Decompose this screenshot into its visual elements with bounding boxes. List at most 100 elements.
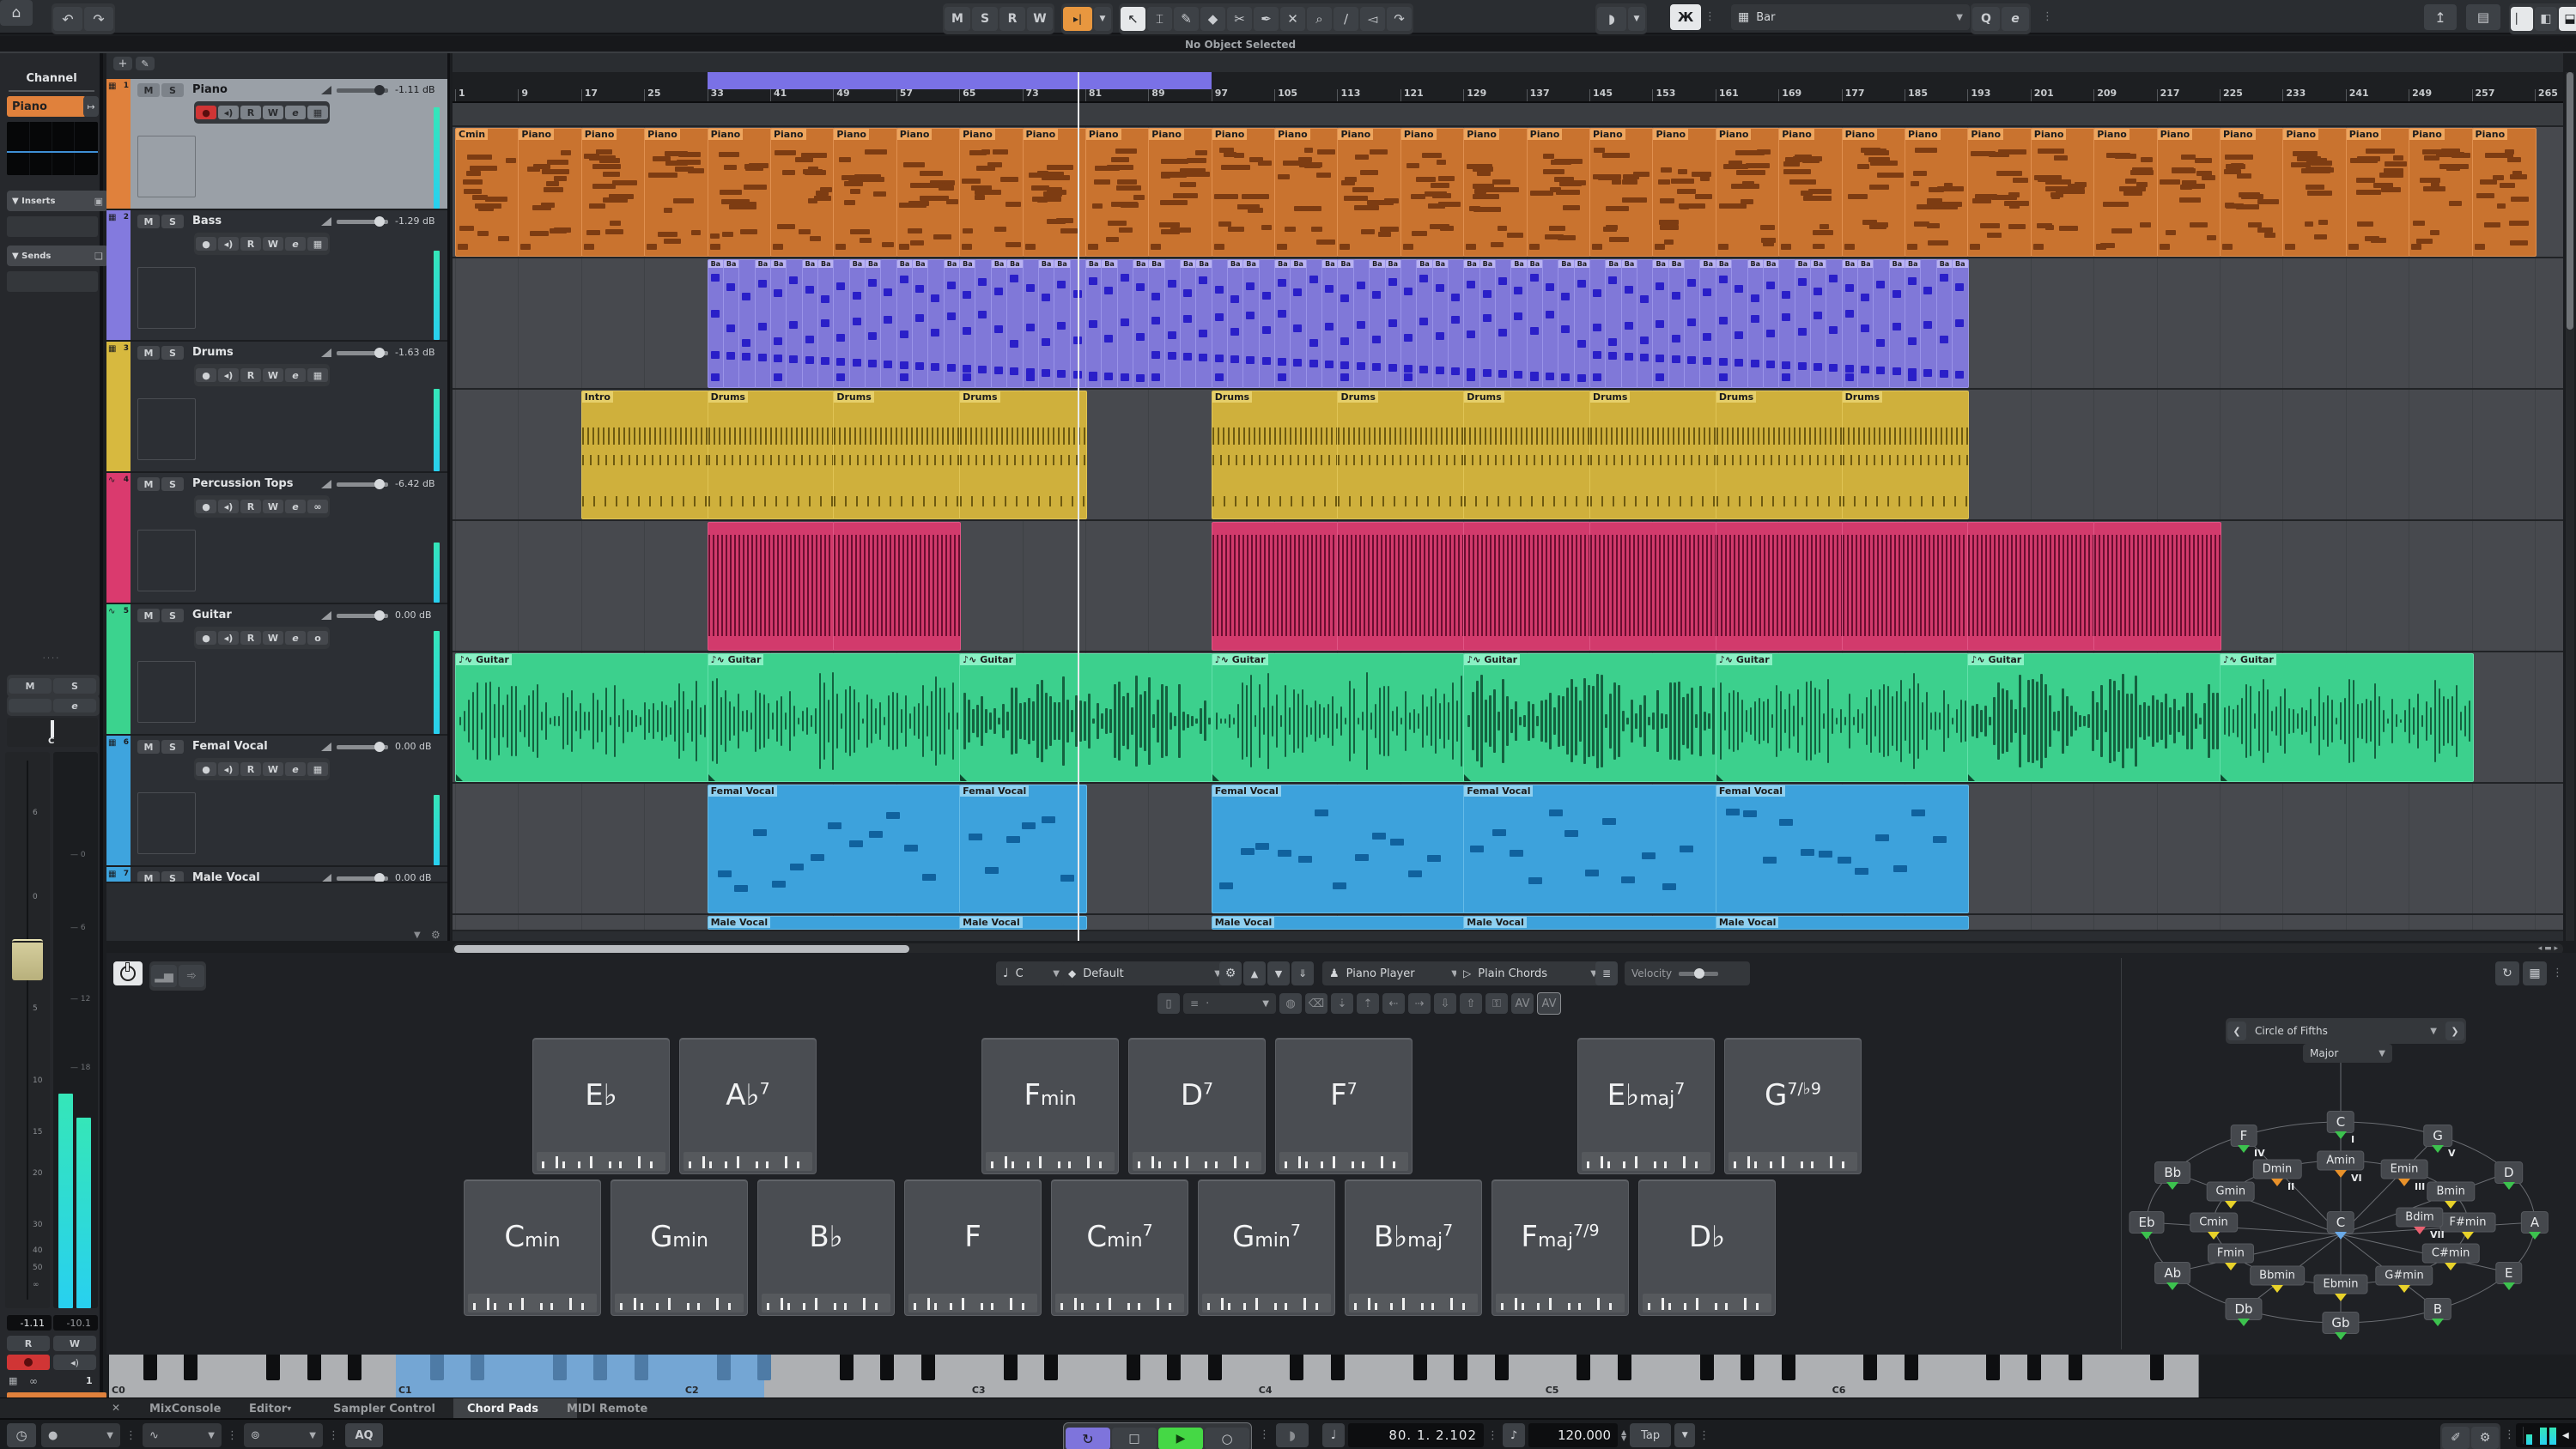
black-key[interactable] xyxy=(1905,1355,1918,1380)
clip[interactable]: Piano xyxy=(2157,128,2221,257)
output-routing-icon[interactable]: ↦ xyxy=(83,96,99,117)
track-edit-button[interactable]: e xyxy=(285,106,306,119)
clip[interactable] xyxy=(1337,522,1465,651)
clip[interactable]: Intro xyxy=(581,391,709,519)
clip[interactable]: Ba xyxy=(802,259,819,388)
track-header-percussion-tops[interactable]: ∿4MSPercussion Tops-6.42 dB●◂)RWe∞ xyxy=(106,473,447,604)
clip[interactable]: Ba xyxy=(1605,259,1622,388)
clip[interactable]: Piano xyxy=(2409,128,2473,257)
cof-node-bbmin[interactable]: Bbmin xyxy=(2250,1266,2305,1286)
track-solo-button[interactable]: S xyxy=(161,871,184,883)
cof-node-c[interactable]: C xyxy=(2327,1211,2354,1234)
punch-in-button[interactable]: ▸| xyxy=(1063,7,1092,31)
volume-knob[interactable] xyxy=(374,479,385,489)
channel-edit-button[interactable]: e xyxy=(53,699,96,712)
redo-icon[interactable]: ↷ xyxy=(84,7,113,31)
cof-node-gmin[interactable]: Gmin xyxy=(2207,1182,2256,1202)
clip[interactable]: Piano xyxy=(1400,128,1465,257)
clip[interactable] xyxy=(880,259,897,388)
cycle-region[interactable] xyxy=(708,72,1212,89)
clip[interactable]: Femal Vocal xyxy=(1463,785,1717,913)
clip[interactable]: Ba xyxy=(1290,259,1307,388)
cof-node-bb[interactable]: Bb xyxy=(2154,1161,2190,1184)
event-display[interactable]: 1917253341495765738189971051131211291371… xyxy=(453,53,2563,941)
clip[interactable]: Ba xyxy=(1952,259,1969,388)
cof-node-d[interactable]: D xyxy=(2494,1161,2524,1184)
track-solo-button[interactable]: S xyxy=(161,83,184,97)
clip[interactable]: Male Vocal xyxy=(1463,916,1717,930)
clip[interactable]: Piano xyxy=(1967,128,2032,257)
preroll-button[interactable]: ◗ xyxy=(1276,1423,1309,1447)
track-ports-button[interactable]: ▦ xyxy=(307,237,328,251)
black-key[interactable] xyxy=(635,1355,648,1380)
clip[interactable] xyxy=(1589,522,1717,651)
track-write-button[interactable]: W xyxy=(263,237,283,251)
black-key[interactable] xyxy=(717,1355,731,1380)
clip[interactable]: Ba xyxy=(1054,259,1071,388)
clip[interactable]: Piano xyxy=(1778,128,1843,257)
clip[interactable]: Drums xyxy=(1589,391,1717,519)
cof-title-dropdown[interactable]: Circle of Fifths▼ xyxy=(2248,1022,2444,1040)
black-key[interactable] xyxy=(1577,1355,1590,1380)
black-key[interactable] xyxy=(184,1355,197,1380)
cof-node-f[interactable]: F xyxy=(2231,1125,2257,1147)
punch-dropdown[interactable]: ▼ xyxy=(1094,7,1111,31)
vertical-scrollbar[interactable] xyxy=(2566,72,2574,941)
clip[interactable] xyxy=(1495,259,1512,388)
lane-drums[interactable]: IntroDrumsDrumsDrumsDrumsDrumsDrumsDrums… xyxy=(453,390,2563,521)
clip[interactable] xyxy=(1542,259,1559,388)
clip[interactable]: Piano xyxy=(770,128,835,257)
clip[interactable]: Drums xyxy=(1463,391,1591,519)
clip[interactable]: Ba xyxy=(1527,259,1544,388)
autoscroll-button[interactable]: ◗ xyxy=(1597,7,1626,31)
clip[interactable] xyxy=(833,522,961,651)
clip[interactable]: Ba xyxy=(1195,259,1212,388)
midi-activity-dropdown[interactable]: ⊚▼ xyxy=(244,1423,323,1447)
clip[interactable]: ♪∿ Guitar xyxy=(708,653,962,782)
track-header-piano[interactable]: ▦1MSPiano-1.11 dB●◂)RWe▦ xyxy=(106,79,447,210)
autoscroll-dropdown[interactable]: ▼ xyxy=(1628,7,1645,31)
clip[interactable]: Piano xyxy=(644,128,708,257)
play-tool[interactable]: ◅ xyxy=(1360,7,1385,31)
track-read-button[interactable]: R xyxy=(240,237,261,251)
black-key[interactable] xyxy=(1863,1355,1877,1380)
record-button[interactable]: ○ xyxy=(1205,1428,1249,1449)
cof-node-b[interactable]: B xyxy=(2424,1298,2451,1320)
clip[interactable]: ♪∿ Guitar xyxy=(2220,653,2474,782)
clip[interactable]: Ba xyxy=(755,259,772,388)
track-solo-button[interactable]: S xyxy=(161,477,184,491)
clip[interactable]: Piano xyxy=(1085,128,1150,257)
track-solo-button[interactable]: S xyxy=(161,215,184,228)
clip[interactable]: Ba xyxy=(1857,259,1874,388)
clip[interactable]: Drums xyxy=(1212,391,1340,519)
track-record-button[interactable]: ● xyxy=(196,500,216,513)
track-edit-button[interactable]: e xyxy=(285,631,306,645)
channel-mute-button[interactable]: M xyxy=(9,678,52,694)
clip[interactable]: Ba xyxy=(1274,259,1291,388)
track-read-button[interactable]: R xyxy=(240,106,261,119)
settings-gear-icon[interactable]: ⚙ xyxy=(2471,1427,2499,1449)
clip[interactable]: Drums xyxy=(1842,391,1970,519)
lane-perc[interactable] xyxy=(453,521,2563,652)
track-ports-button[interactable]: ▦ xyxy=(307,762,328,776)
volume-knob[interactable] xyxy=(374,216,385,227)
black-key[interactable] xyxy=(1004,1355,1018,1380)
hscroll-handle[interactable] xyxy=(454,945,909,953)
record-mode-dropdown[interactable]: ●▼ xyxy=(41,1423,120,1447)
clip[interactable]: Ba xyxy=(1763,259,1780,388)
track-edit-button[interactable]: e xyxy=(285,237,306,251)
track-record-button[interactable]: ● xyxy=(196,762,216,776)
black-key[interactable] xyxy=(1413,1355,1427,1380)
menu-dots[interactable]: ⋮ xyxy=(227,1429,239,1442)
black-key[interactable] xyxy=(2150,1355,2164,1380)
comp-tool[interactable]: ↷ xyxy=(1387,7,1412,31)
track-write-button[interactable]: W xyxy=(263,500,283,513)
black-key[interactable] xyxy=(757,1355,771,1380)
clip[interactable]: Ba xyxy=(1337,259,1354,388)
track-header-drums[interactable]: ▦3MSDrums-1.63 dB●◂)RWe▦ xyxy=(106,342,447,473)
draw-tool[interactable]: ✎ xyxy=(1174,7,1199,31)
tempo-mode-dropdown[interactable]: ▼ xyxy=(1674,1423,1695,1447)
record-enable-button[interactable] xyxy=(7,1355,50,1370)
zone-button-1[interactable]: ◧ xyxy=(2535,7,2557,31)
add-track-button[interactable]: + xyxy=(113,57,132,70)
